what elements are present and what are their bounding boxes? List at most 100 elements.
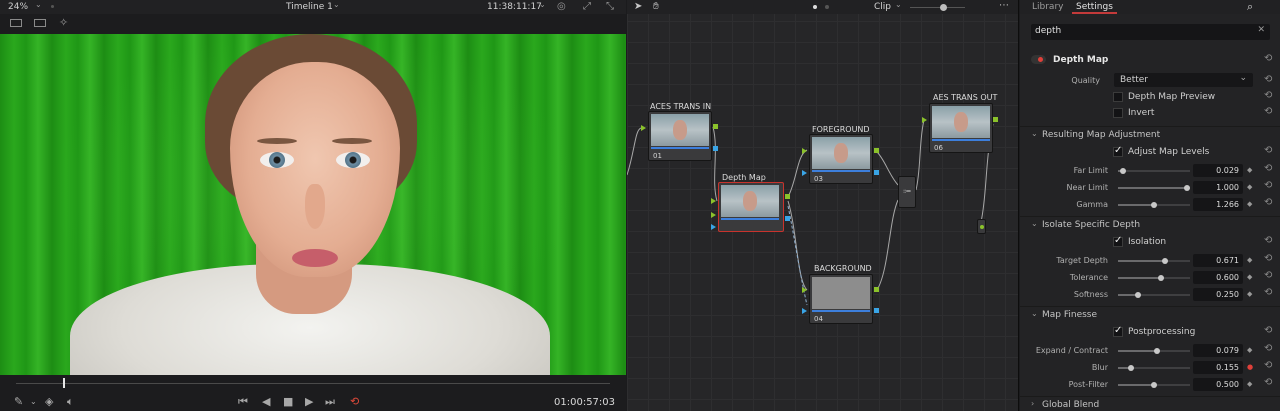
near-limit-value[interactable]: 1.000 bbox=[1193, 181, 1243, 194]
clip-output[interactable] bbox=[977, 219, 986, 234]
magic-wand-icon[interactable]: ✧ bbox=[59, 16, 68, 29]
node-background[interactable]: 04 bbox=[809, 274, 873, 324]
slider-knob[interactable] bbox=[1162, 258, 1169, 264]
node-foreground[interactable]: 03 bbox=[809, 134, 873, 184]
node-input-pin[interactable] bbox=[641, 125, 646, 131]
play-icon[interactable]: ▶ bbox=[305, 395, 313, 408]
node-depth-map[interactable] bbox=[718, 182, 784, 232]
keyframe-icon[interactable]: ◆ bbox=[1247, 346, 1252, 354]
adjust-map-levels-checkbox[interactable] bbox=[1113, 145, 1123, 157]
clear-search-icon[interactable]: ✕ bbox=[1257, 25, 1265, 35]
expand-contract-value[interactable]: 0.079 bbox=[1193, 344, 1243, 357]
search-input[interactable]: depth ✕ bbox=[1031, 24, 1270, 40]
node-key-output-pin[interactable] bbox=[874, 308, 879, 313]
node-key-input-pin[interactable] bbox=[711, 224, 716, 230]
keyframe-icon[interactable]: ◆ bbox=[1247, 380, 1252, 388]
reset-icon[interactable]: ⟲ bbox=[1264, 360, 1272, 371]
reset-icon[interactable]: ⟲ bbox=[1264, 74, 1272, 85]
reset-icon[interactable]: ⟲ bbox=[1264, 163, 1272, 174]
pipette-dropdown-icon[interactable]: ⌄ bbox=[30, 397, 37, 406]
node-input-pin[interactable] bbox=[802, 287, 807, 293]
layers-icon[interactable]: ◈ bbox=[45, 395, 53, 408]
keyframe-active-icon[interactable]: ● bbox=[1247, 363, 1253, 371]
far-limit-value[interactable]: 0.029 bbox=[1193, 164, 1243, 177]
scrubber-track[interactable] bbox=[16, 383, 610, 384]
keyframe-icon[interactable]: ◆ bbox=[1247, 273, 1252, 281]
post-filter-slider[interactable] bbox=[1118, 382, 1190, 388]
step-back-icon[interactable]: ◀ bbox=[262, 395, 270, 408]
far-limit-slider[interactable] bbox=[1118, 168, 1190, 174]
softness-slider[interactable] bbox=[1118, 292, 1190, 298]
quality-dropdown[interactable]: Better ⌄ bbox=[1114, 73, 1253, 87]
expand-contract-slider[interactable] bbox=[1118, 348, 1190, 354]
reset-icon[interactable]: ⟲ bbox=[1264, 53, 1272, 64]
reset-icon[interactable]: ⟲ bbox=[1264, 270, 1272, 281]
section-global-blend[interactable]: › Global Blend bbox=[1020, 396, 1280, 411]
slider-knob[interactable] bbox=[1153, 348, 1160, 354]
depth-map-preview-checkbox[interactable] bbox=[1113, 92, 1123, 102]
node-input-pin[interactable] bbox=[711, 212, 716, 218]
node-editor[interactable]: ➤ ✋︎ Clip ⌄ ⋯ ACES TRANS IN 01 Depth Map bbox=[627, 0, 1019, 411]
keyframe-icon[interactable]: ◆ bbox=[1247, 290, 1252, 298]
postprocessing-checkbox[interactable] bbox=[1113, 325, 1123, 337]
node-output-pin[interactable] bbox=[785, 194, 790, 199]
pipette-icon[interactable]: ✎ bbox=[14, 395, 23, 408]
slider-knob[interactable] bbox=[1119, 168, 1126, 174]
node-input-pin[interactable] bbox=[711, 198, 716, 204]
softness-value[interactable]: 0.250 bbox=[1193, 288, 1243, 301]
zoom-level[interactable]: 24% bbox=[8, 2, 28, 12]
invert-checkbox[interactable] bbox=[1113, 108, 1123, 118]
gamma-slider[interactable] bbox=[1118, 202, 1190, 208]
go-to-end-icon[interactable]: ⏭︎ bbox=[325, 395, 335, 409]
fullscreen-icon[interactable]: ⤡ bbox=[606, 1, 614, 12]
slider-knob[interactable] bbox=[1184, 185, 1190, 191]
reset-icon[interactable]: ⟲ bbox=[1264, 90, 1272, 101]
node-output-pin[interactable] bbox=[874, 287, 879, 292]
reset-icon[interactable]: ⟲ bbox=[1264, 287, 1272, 298]
keyframe-icon[interactable]: ◆ bbox=[1247, 166, 1252, 174]
slider-knob[interactable] bbox=[1134, 292, 1141, 298]
gamma-value[interactable]: 1.266 bbox=[1193, 198, 1243, 211]
slider-knob[interactable] bbox=[1128, 365, 1135, 371]
scrubber[interactable] bbox=[0, 375, 626, 391]
slider-knob[interactable] bbox=[1151, 382, 1157, 388]
slider-knob[interactable] bbox=[1151, 202, 1157, 208]
viewer-image[interactable] bbox=[0, 34, 626, 375]
node-key-input-pin[interactable] bbox=[802, 170, 807, 176]
node-key-output-pin[interactable] bbox=[713, 146, 718, 151]
playhead[interactable] bbox=[63, 378, 65, 388]
reset-icon[interactable]: ⟲ bbox=[1264, 235, 1272, 246]
search-input-value[interactable]: depth bbox=[1035, 26, 1061, 36]
timecode-dropdown-icon[interactable]: ⌄ bbox=[539, 0, 546, 9]
color-wheel-icon[interactable]: ◎ bbox=[557, 1, 566, 12]
keyframe-icon[interactable]: ◆ bbox=[1247, 256, 1252, 264]
reset-icon[interactable]: ⟲ bbox=[1264, 197, 1272, 208]
effect-enable-toggle[interactable] bbox=[1031, 55, 1046, 64]
slider-knob[interactable] bbox=[1157, 275, 1164, 281]
node-key-output-pin[interactable] bbox=[874, 170, 879, 175]
fit-icon[interactable]: ⤢ bbox=[583, 1, 591, 12]
target-depth-value[interactable]: 0.671 bbox=[1193, 254, 1243, 267]
zoom-dropdown-icon[interactable]: ⌄ bbox=[35, 0, 42, 9]
node-key-output-pin[interactable] bbox=[785, 216, 790, 221]
node-output-pin[interactable] bbox=[874, 148, 879, 153]
split-view-icon[interactable] bbox=[34, 19, 46, 27]
reset-icon[interactable]: ⟲ bbox=[1264, 106, 1272, 117]
timeline-name[interactable]: Timeline 1 bbox=[286, 2, 333, 12]
post-filter-value[interactable]: 0.500 bbox=[1193, 378, 1243, 391]
speaker-icon[interactable]: 🔈︎ bbox=[67, 395, 74, 409]
reset-icon[interactable]: ⟲ bbox=[1264, 180, 1272, 191]
node-aes-trans-out[interactable]: 06 bbox=[929, 103, 993, 153]
search-icon[interactable]: ⌕ bbox=[1247, 0, 1253, 14]
reset-icon[interactable]: ⟲ bbox=[1264, 343, 1272, 354]
stop-icon[interactable]: ■ bbox=[283, 395, 293, 408]
single-view-icon[interactable] bbox=[10, 19, 22, 27]
section-resulting-map-adjustment[interactable]: ⌄ Resulting Map Adjustment bbox=[1020, 126, 1280, 142]
loop-icon[interactable]: ⟲ bbox=[350, 395, 359, 408]
timeline-dropdown-icon[interactable]: ⌄ bbox=[333, 0, 340, 9]
blur-value[interactable]: 0.155 bbox=[1193, 361, 1243, 374]
isolation-checkbox[interactable] bbox=[1113, 235, 1123, 247]
node-input-pin[interactable] bbox=[802, 148, 807, 154]
keyframe-icon[interactable]: ◆ bbox=[1247, 200, 1252, 208]
reset-icon[interactable]: ⟲ bbox=[1264, 145, 1272, 156]
